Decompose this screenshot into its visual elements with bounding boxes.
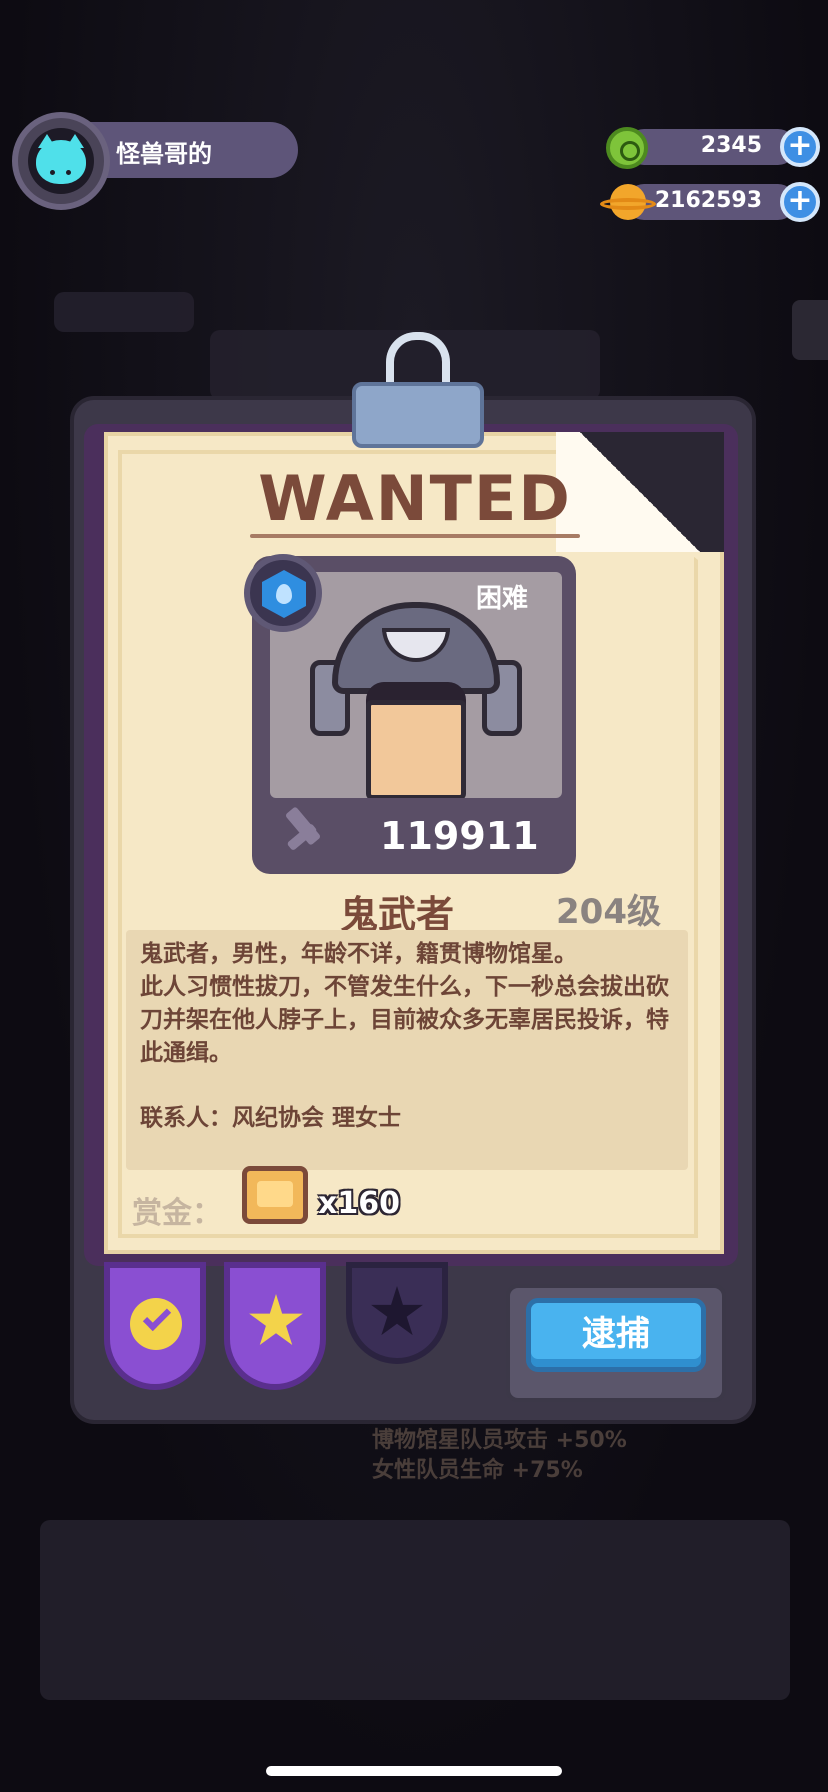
currency-gem: 2345 + — [600, 127, 820, 169]
wanted-title: WANTED — [258, 462, 572, 535]
cat-face-icon — [36, 140, 86, 184]
tab-locked[interactable] — [346, 1262, 448, 1364]
cat-eye — [66, 170, 71, 175]
gem-icon — [606, 127, 648, 169]
background-panel — [54, 292, 194, 332]
combat-power: 119911 — [380, 814, 539, 858]
gem-amount: 2345 — [700, 133, 762, 158]
contact-info: 联系人：风纪协会 理女士 — [140, 1105, 402, 1131]
star-dark-icon — [371, 1286, 423, 1336]
side-tab[interactable] — [792, 300, 828, 360]
background-bonus-text: 博物馆星队员攻击 +50% — [372, 1428, 627, 1453]
target-description: 鬼武者，男性，年龄不详，籍贯博物馆星。 此人习惯性拔刀，不管发生什么，下一秒总会… — [140, 941, 669, 1066]
avatar[interactable] — [28, 128, 94, 194]
home-indicator[interactable] — [266, 1766, 562, 1776]
currency-coin: 2162593 + — [600, 182, 820, 222]
target-level: 204级 — [556, 892, 661, 932]
add-gem-button[interactable]: + — [780, 127, 820, 167]
coin-icon — [600, 184, 656, 222]
cat-eye — [50, 170, 55, 175]
tab-completed[interactable] — [104, 1262, 206, 1390]
binder-clip-icon — [352, 332, 484, 452]
title-underline — [250, 534, 580, 538]
background-bonus-text: 女性队员生命 +75% — [372, 1458, 583, 1483]
reward-quantity: x160 — [318, 1186, 400, 1221]
page-fold — [556, 432, 724, 552]
tab-star[interactable] — [224, 1262, 326, 1390]
difficulty-label: 困难 — [476, 584, 529, 614]
water-drop-icon — [276, 584, 292, 604]
character-face — [366, 700, 466, 798]
player-name: 怪兽哥的 — [116, 140, 212, 168]
reward-chest-icon — [242, 1166, 308, 1224]
background-panel — [40, 1520, 790, 1700]
element-badge — [244, 554, 322, 632]
reward-label: 赏金： — [132, 1196, 222, 1231]
add-coin-button[interactable]: + — [780, 182, 820, 222]
star-icon — [249, 1294, 303, 1345]
capture-button[interactable]: 逮捕 — [526, 1298, 706, 1372]
sword-icon — [276, 806, 328, 858]
coin-amount: 2162593 — [654, 188, 762, 213]
